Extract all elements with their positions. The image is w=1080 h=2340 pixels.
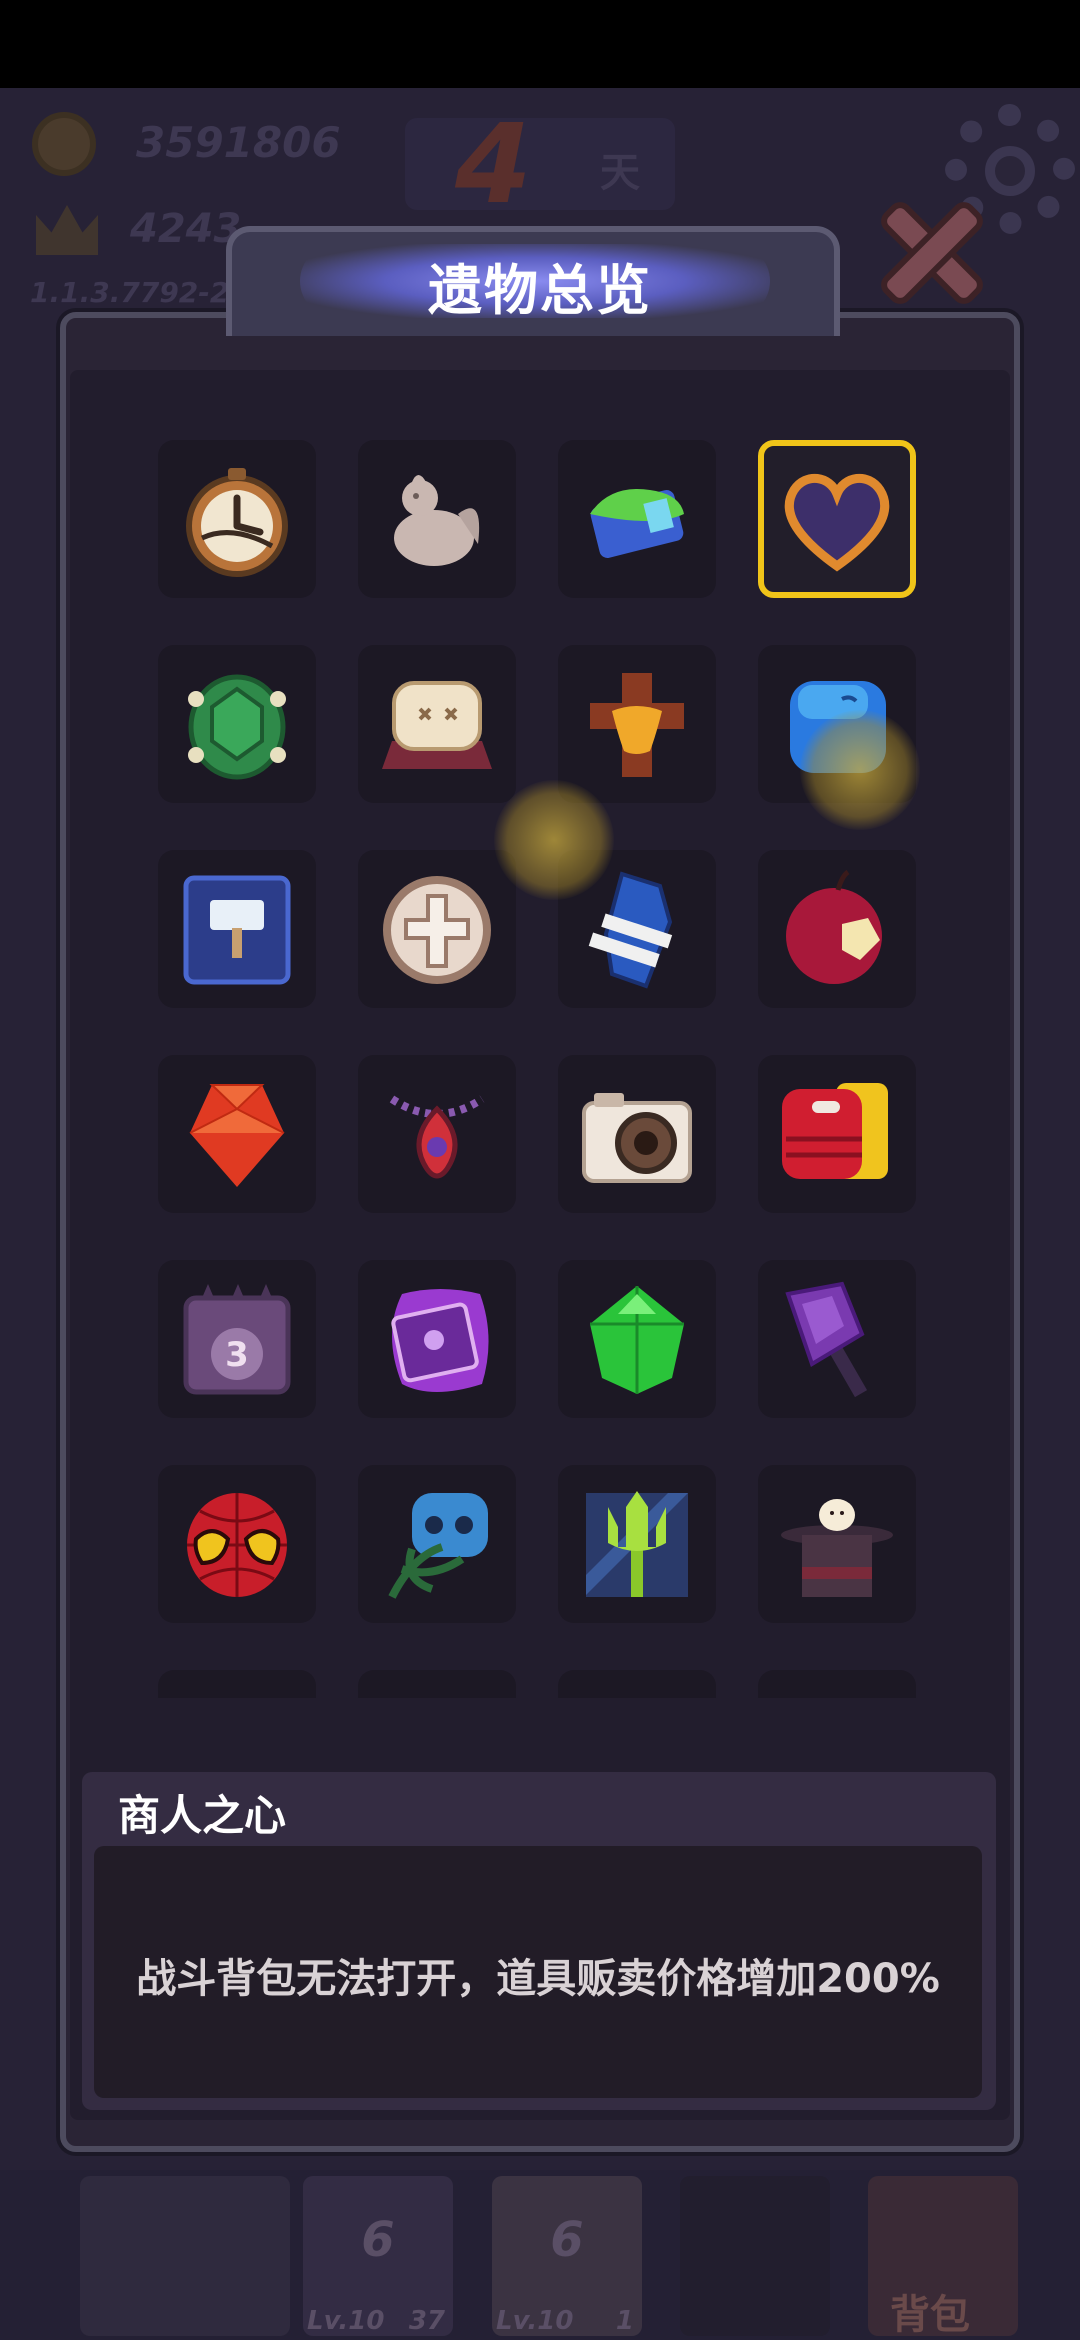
empty-slot[interactable] [680,2176,830,2336]
relic-slot[interactable] [158,645,316,803]
relic-slot[interactable] [158,1055,316,1213]
relic-slot[interactable] [358,850,516,1008]
relic-slot[interactable] [758,1055,916,1213]
cursed-book-icon [391,1289,489,1392]
relic-slot[interactable] [158,850,316,1008]
relic-slot[interactable] [558,1670,716,1698]
slot-level: Lv.10 [307,2306,385,2336]
hero-portrait[interactable] [80,2176,290,2336]
relic-slot[interactable] [558,1055,716,1213]
relic-slot[interactable] [758,1260,916,1418]
relic-slot[interactable] [558,850,716,1008]
coin-icon [32,112,96,176]
relic-slot[interactable] [158,440,316,598]
relic-slot[interactable] [358,645,516,803]
slot-count: 37 [408,2306,445,2336]
score-count: 4243 [130,206,242,252]
relic-slot[interactable] [558,1465,716,1623]
green-crystal-icon [590,1286,684,1394]
crimson-apple-icon [786,869,882,984]
trident-icon [586,1491,688,1597]
partial-relic-icon [172,1684,302,1698]
relic-slot[interactable]: 3 [158,1260,316,1418]
pocket-watch-icon [186,468,288,577]
bag-label: 背包 [890,2292,970,2338]
relic-slot[interactable] [358,1670,516,1698]
relic-description: 战斗背包无法打开，道具贩卖价格增加200% [136,1956,940,2002]
slime-bracer-icon [590,489,684,558]
relic-slot[interactable] [758,1465,916,1623]
relic-slot[interactable] [758,440,916,598]
holy-cross-coin-icon [383,876,491,984]
version-text: 1.1.3.7792-2 [30,276,230,309]
weapon-slot-1[interactable]: 6 Lv.10 37 [303,2176,453,2336]
stone-rooster-icon [394,475,480,566]
relic-slot[interactable] [158,1465,316,1623]
golden-cross-icon [590,673,684,777]
relic-slot[interactable] [758,850,916,1008]
relic-slot[interactable] [358,1055,516,1213]
magic-hat-icon [781,1499,893,1597]
partial-relic-icon [372,1684,502,1698]
relic-slot[interactable] [158,1670,316,1698]
slot-level: Lv.10 [496,2306,574,2336]
relic-slot[interactable] [358,440,516,598]
flame-pendant-icon [389,1095,485,1179]
red-crystal-icon [189,1084,285,1187]
coin-count: 3591806 [136,118,341,167]
relic-slot[interactable] [558,1260,716,1418]
red-mimic-icon [782,1083,888,1179]
svg-text:3: 3 [225,1335,249,1375]
slot-stack: 6 [361,2212,395,2268]
spider-mask-icon [187,1493,287,1597]
day-number: 4 [455,100,532,228]
relic-slot[interactable] [758,1670,916,1698]
slot-stack: 6 [550,2212,584,2268]
pillow-icon [382,681,492,769]
vine-skull-icon [388,1493,488,1599]
weapon-slot-2[interactable]: 6 Lv.10 1 [492,2176,642,2336]
partial-relic-icon [572,1684,702,1698]
partial-relic-icon [772,1684,902,1698]
dialog-title: 遗物总览 [428,259,652,322]
relic-name: 商人之心 [118,1791,287,1840]
relic-slot[interactable] [758,645,916,803]
day-counter: 4 天 [405,100,675,228]
turtle-shell-icon [188,674,286,780]
hammer-book-icon [183,875,291,985]
close-button[interactable] [876,196,988,309]
blue-coffin-icon [588,871,673,989]
camera-icon [582,1093,692,1183]
day-label: 天 [600,150,640,196]
merchant-heart-icon [784,473,890,572]
status-bar [0,0,1080,88]
relic-slot[interactable] [558,645,716,803]
purple-axe-icon [785,1281,868,1398]
settings-gear-center [985,146,1035,196]
relic-slot[interactable] [558,440,716,598]
relic-slot[interactable] [358,1260,516,1418]
skull-calendar-icon: 3 [183,1284,291,1395]
blue-slime-cube-icon [790,681,886,773]
relic-slot[interactable] [358,1465,516,1623]
slot-count: 1 [615,2306,634,2336]
relic-grid[interactable]: 3 [150,430,930,1698]
